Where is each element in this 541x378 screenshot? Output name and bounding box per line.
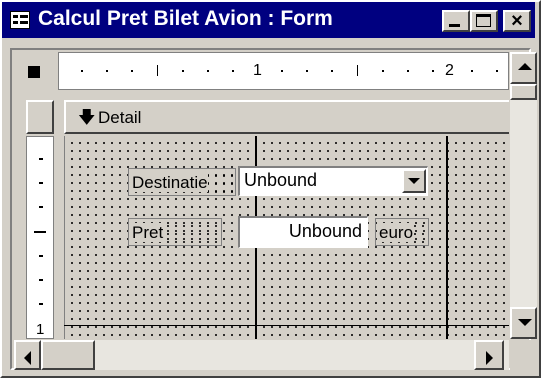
detail-section-header[interactable]: 🡇 Detail — [64, 100, 509, 134]
dropdown-button[interactable] — [402, 169, 426, 193]
scroll-right-button[interactable] — [474, 340, 504, 370]
arrow-down-icon — [518, 319, 532, 326]
minimize-button[interactable] — [442, 10, 470, 32]
destinatie-combobox[interactable]: Unbound — [238, 166, 428, 196]
ruler-tick — [407, 70, 409, 72]
ruler-tick — [496, 70, 498, 72]
ruler-tick — [306, 70, 308, 72]
form-selector[interactable] — [14, 52, 56, 92]
vertical-ruler[interactable]: 1 — [26, 136, 54, 339]
ruler-tick — [39, 303, 43, 305]
close-button[interactable]: × — [503, 10, 531, 32]
ruler-tick — [81, 70, 83, 72]
destinatie-label[interactable]: Destinatie — [128, 168, 236, 196]
grid-line — [64, 325, 509, 326]
arrow-right-icon — [486, 351, 493, 365]
section-label: Detail — [98, 108, 142, 127]
pret-textbox[interactable]: Unbound — [238, 216, 368, 248]
ruler-tick — [39, 255, 43, 257]
horizontal-scrollbar-thumb[interactable] — [41, 340, 95, 370]
ruler-tick — [182, 70, 184, 72]
vertical-scrollbar-track[interactable] — [510, 84, 537, 307]
close-icon: × — [511, 10, 523, 32]
ruler-tick — [357, 65, 358, 76]
ruler-tick — [131, 70, 133, 72]
minimize-icon — [449, 24, 460, 27]
pret-label[interactable]: Pret — [128, 218, 222, 246]
pret-value: Unbound — [288, 221, 362, 241]
title-bar[interactable]: Calcul Pret Bilet Avion : Form × — [2, 2, 535, 38]
ruler-tick — [39, 206, 43, 208]
destinatie-value: Unbound — [244, 170, 318, 190]
arrow-up-icon — [518, 63, 532, 70]
scroll-up-button[interactable] — [510, 52, 537, 84]
form-selector-icon — [28, 66, 40, 78]
ruler-tick — [106, 70, 108, 72]
euro-label-text: euro — [379, 223, 414, 242]
window-title: Calcul Pret Bilet Avion : Form — [38, 7, 333, 30]
ruler-number: 2 — [445, 62, 454, 79]
ruler-number: 1 — [36, 321, 45, 338]
scroll-left-button[interactable] — [14, 340, 41, 370]
ruler-tick — [207, 70, 209, 72]
horizontal-ruler[interactable]: 1 2 — [58, 52, 509, 90]
form-icon[interactable] — [10, 11, 30, 29]
euro-label[interactable]: euro — [375, 218, 429, 246]
ruler-tick — [34, 231, 46, 233]
ruler-tick — [382, 70, 384, 72]
ruler-tick — [39, 158, 43, 160]
ruler-number: 1 — [253, 62, 262, 79]
ruler-tick — [471, 70, 473, 72]
scroll-down-button[interactable] — [510, 307, 537, 339]
ruler-tick — [281, 70, 283, 72]
ruler-tick — [232, 70, 234, 72]
ruler-tick — [432, 70, 434, 72]
pret-label-text: Pret — [132, 223, 164, 242]
destinatie-label-text: Destinatie — [132, 173, 208, 192]
ruler-tick — [39, 279, 43, 281]
vertical-scrollbar-thumb[interactable] — [510, 84, 537, 100]
ruler-tick — [157, 65, 158, 76]
chevron-down-icon — [408, 178, 420, 184]
maximize-icon — [476, 14, 491, 27]
ruler-tick — [39, 182, 43, 184]
ruler-tick — [331, 70, 333, 72]
size-grip[interactable] — [510, 340, 537, 370]
arrow-down-icon: 🡇 — [78, 108, 96, 127]
arrow-left-icon — [24, 351, 31, 365]
section-selector[interactable] — [26, 100, 54, 134]
grid-line — [446, 136, 448, 339]
maximize-button[interactable] — [470, 10, 498, 32]
